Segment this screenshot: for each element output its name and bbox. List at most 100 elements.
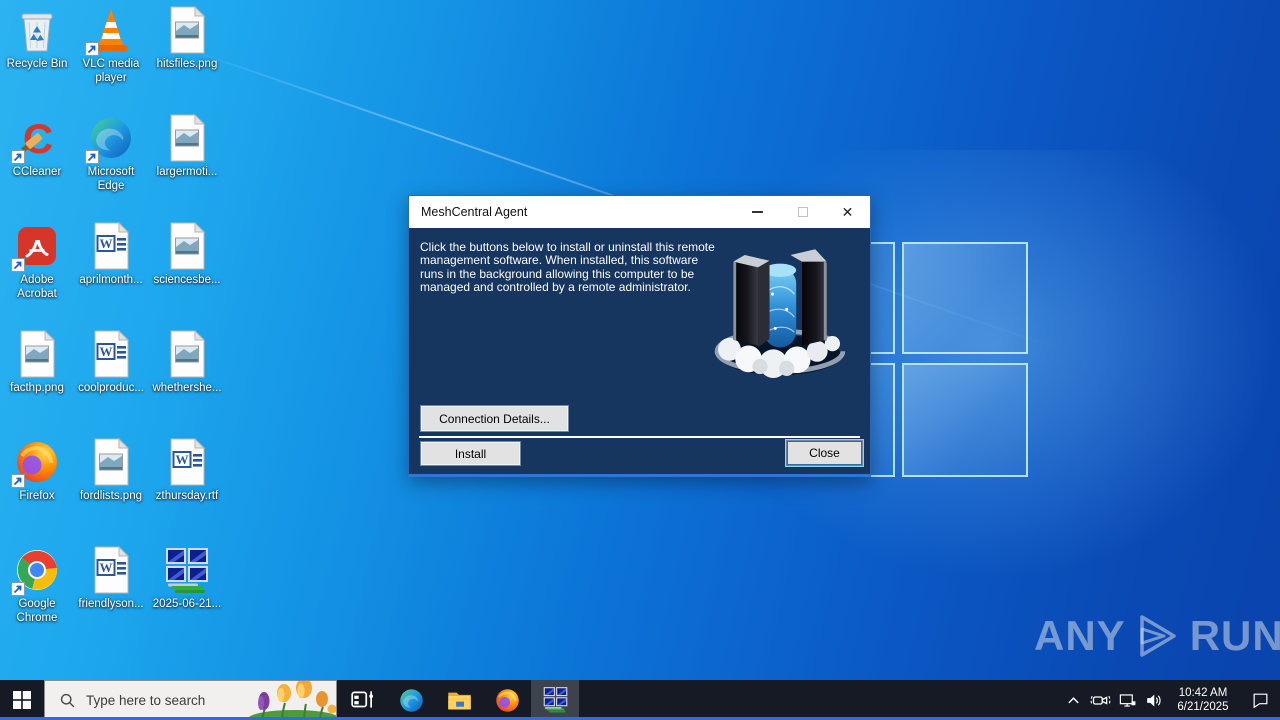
tray-network[interactable] [1114,680,1140,720]
word-file-icon [87,546,135,594]
desktop-icon-coolproduc[interactable]: coolproduc... [74,330,148,436]
start-button[interactable] [0,680,44,720]
image-file-icon [13,330,61,378]
desktop-icon-zthursday[interactable]: zthursday.rtf [150,438,224,544]
watermark-text-any: ANY [1034,612,1126,659]
dialog-description: Click the buttons below to install or un… [420,240,715,295]
shortcut-arrow-icon [85,40,101,56]
desktop-icon-label: CCleaner [12,166,62,178]
tray-show-hidden-icons[interactable] [1060,680,1086,720]
tray-clock[interactable]: 10:42 AM 6/21/2025 [1166,680,1240,720]
system-tray: 10:42 AM 6/21/2025 [1060,680,1280,720]
task-view-button[interactable] [339,680,387,720]
desktop-icon-sciencesbe[interactable]: sciencesbe... [150,222,224,328]
desktop-icon-meshagent-file[interactable]: 2025-06-21... [150,546,224,652]
desktop-icon-label: whethershe... [152,382,222,394]
desktop-icon-edge[interactable]: Microsoft Edge [74,114,148,220]
desktop-icon-label: largermoti... [156,166,218,178]
taskbar-meshagent-button-active[interactable] [531,680,579,720]
taskbar-firefox-button[interactable] [483,680,531,720]
desktop-screen: Recycle Bin VLC media player hitsfiles.p… [0,0,1280,720]
desktop-icon-label: 2025-06-21... [152,598,222,610]
desktop-icon-largermoti[interactable]: largermoti... [150,114,224,220]
desktop-icon-label: hitsfiles.png [156,58,218,70]
shortcut-arrow-icon [11,256,27,272]
close-button[interactable]: Close [786,440,863,466]
chevron-up-icon [1066,693,1081,708]
desktop-icon-label: coolproduc... [78,382,144,394]
connection-details-button[interactable]: Connection Details... [420,405,569,432]
meshcentral-agent-dialog: MeshCentral Agent ✕ Click the buttons be… [408,195,871,477]
desktop-icon-label: Firefox [19,490,55,502]
dialog-title: MeshCentral Agent [421,205,528,219]
desktop-icon-aprilmonth[interactable]: aprilmonth... [74,222,148,328]
edge-icon [398,687,425,714]
desktop-icon-hitsfiles[interactable]: hitsfiles.png [150,6,224,112]
desktop-icon-label: Recycle Bin [6,58,68,70]
desktop-icon-label: fordlists.png [79,490,142,502]
image-file-icon [163,222,211,270]
desktop-icon-label: aprilmonth... [79,274,143,286]
task-view-icon [350,687,376,713]
firefox-icon [494,687,521,714]
watermark-text-run: RUN [1189,612,1280,659]
start-icon [13,691,31,709]
dialog-separator [419,436,860,438]
install-button[interactable]: Install [420,441,521,466]
tray-volume[interactable] [1140,680,1166,720]
volume-icon [1144,691,1163,710]
image-file-icon [163,6,211,54]
shortcut-arrow-icon [11,580,27,596]
dialog-titlebar[interactable]: MeshCentral Agent ✕ [409,196,870,228]
desktop-icon-recycle-bin[interactable]: Recycle Bin [0,6,74,112]
action-center-button[interactable] [1240,680,1280,720]
tray-meet-now[interactable] [1086,680,1114,720]
recycle-bin-icon [13,6,61,54]
search-input[interactable] [86,692,256,708]
clock-time: 10:42 AM [1178,687,1228,699]
word-file-icon [87,330,135,378]
word-file-icon [163,438,211,486]
image-file-icon [163,330,211,378]
minimize-icon [752,211,763,213]
desktop-icon-label: Microsoft Edge [87,166,135,192]
maximize-icon [797,207,808,217]
taskbar-search[interactable] [44,680,337,720]
desktop-icon-label: VLC media player [82,58,140,84]
meet-now-camera-icon [1090,690,1111,711]
desktop-icon-whethershe[interactable]: whethershe... [150,330,224,436]
mesh-agent-icon [163,546,211,594]
desktop-icon-label: Google Chrome [16,598,58,624]
desktop-icon-label: sciencesbe... [153,274,221,286]
close-icon: ✕ [841,204,854,220]
taskbar-edge-button[interactable] [387,680,435,720]
mesh-agent-icon [542,686,569,713]
search-highlights-flowers [248,681,336,719]
windows-logo-pane [902,242,1028,354]
desktop-icon-facthp[interactable]: facthp.png [0,330,74,436]
desktop-icon-friendlyson[interactable]: friendlyson... [74,546,148,652]
taskbar: 10:42 AM 6/21/2025 [0,680,1280,720]
action-center-icon [1251,691,1270,710]
shortcut-arrow-icon [11,148,27,164]
shortcut-arrow-icon [85,148,101,164]
search-icon [59,692,76,709]
taskbar-file-explorer-button[interactable] [435,680,483,720]
desktop-icon-vlc[interactable]: VLC media player [74,6,148,112]
meshcentral-logo-art [699,242,861,390]
close-window-button[interactable]: ✕ [825,196,870,228]
word-file-icon [87,222,135,270]
desktop-icon-acrobat[interactable]: Adobe Acrobat [0,222,74,328]
shortcut-arrow-icon [11,472,27,488]
desktop-icon-fordlists[interactable]: fordlists.png [74,438,148,544]
desktop-icon-chrome[interactable]: Google Chrome [0,546,74,652]
desktop-icon-label: friendlyson... [78,598,144,610]
windows-logo-pane [902,363,1028,477]
desktop-icon-firefox[interactable]: Firefox [0,438,74,544]
desktop-icon-ccleaner[interactable]: CCleaner [0,114,74,220]
desktop-icon-label: Adobe Acrobat [17,274,57,300]
anyrun-play-icon [1132,610,1184,662]
image-file-icon [87,438,135,486]
desktop-icon-label: facthp.png [10,382,64,394]
minimize-button[interactable] [735,196,780,228]
